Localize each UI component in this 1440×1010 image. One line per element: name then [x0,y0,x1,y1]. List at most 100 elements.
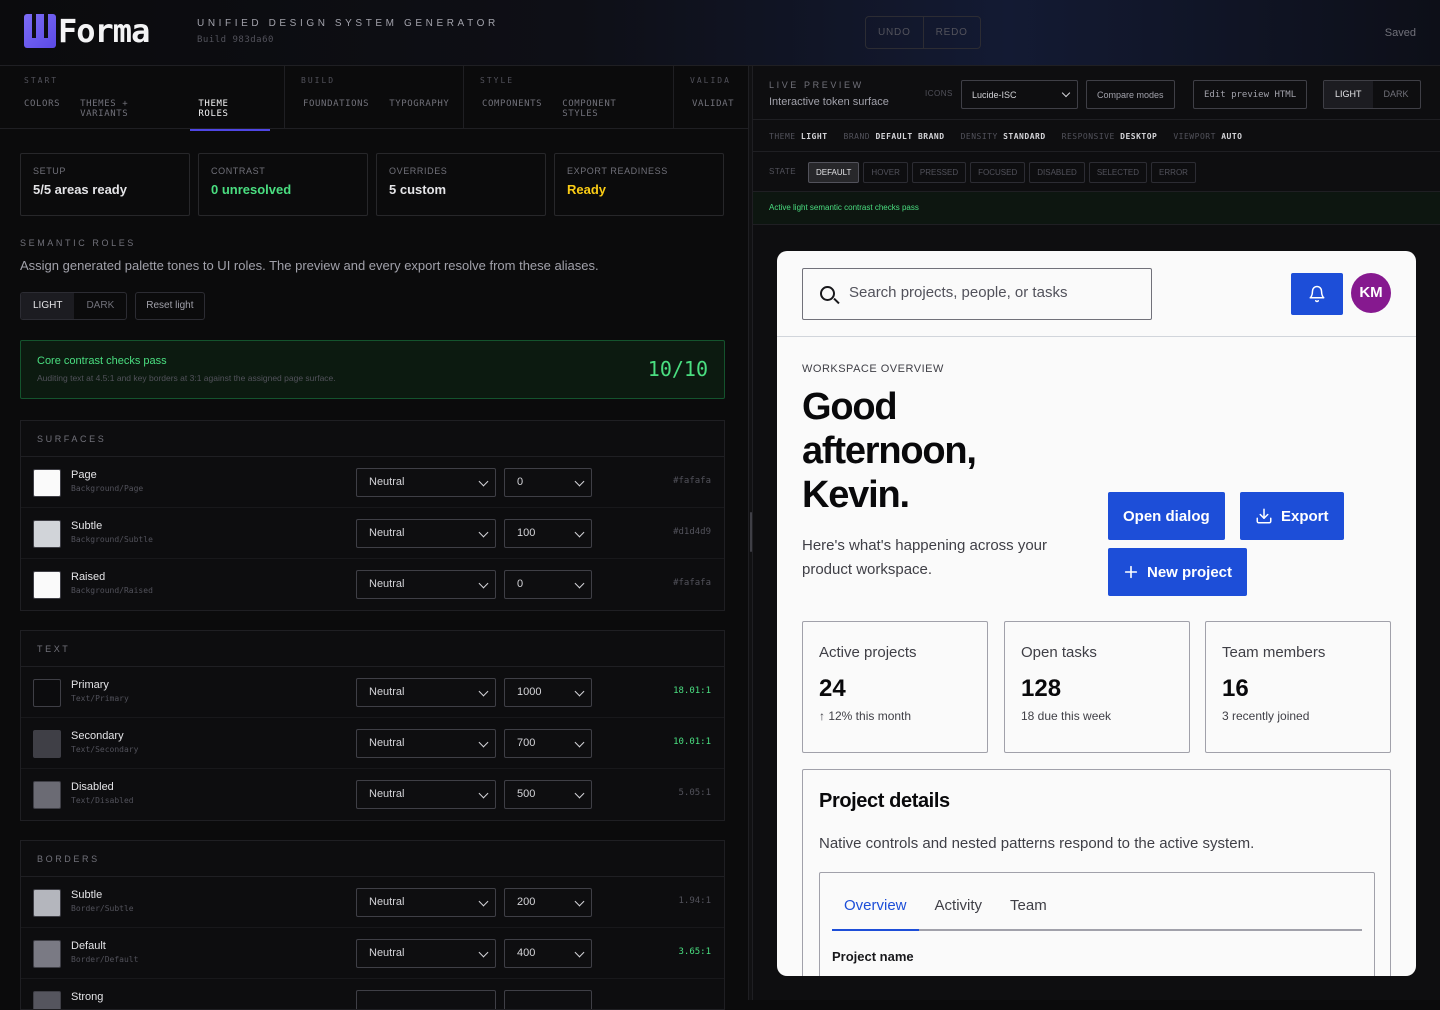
state-error-button[interactable]: ERROR [1151,162,1196,183]
overrides-card: OVERRIDES 5 custom [376,153,546,216]
color-swatch[interactable] [33,991,61,1009]
palette-select[interactable]: Neutral [356,939,496,968]
tab-team[interactable]: Team [998,873,1059,929]
role-row: Primary Text/Primary Neutral 1000 18.01:… [21,667,724,718]
icons-label: ICONS [925,89,953,98]
undo-redo-group: UNDO REDO [865,16,981,49]
tone-select[interactable]: 500 [504,780,592,809]
nav-item-themes-variants[interactable]: THEMES + VARIANTS [72,95,186,131]
search-input[interactable]: Search projects, people, or tasks [802,268,1152,320]
status-cards: SETUP 5/5 areas ready CONTRAST 0 unresol… [20,153,724,216]
tone-select[interactable]: 100 [504,519,592,548]
tone-select[interactable]: 400 [504,939,592,968]
tone-select[interactable]: 0 [504,468,592,497]
tab-activity[interactable]: Activity [923,873,995,929]
mode-light-button[interactable]: LIGHT [21,293,75,319]
nav-item-typography[interactable]: TYPOGRAPHY [381,95,457,119]
palette-select[interactable]: Neutral [356,780,496,809]
preview-light-button[interactable]: LIGHT [1324,81,1373,108]
color-swatch[interactable] [33,781,61,809]
button-label: Open dialog [1123,507,1210,525]
edit-preview-html-button[interactable]: Edit preview HTML [1193,80,1308,109]
state-default-button[interactable]: DEFAULT [808,162,860,183]
details-description: Native controls and nested patterns resp… [819,835,1255,852]
color-swatch[interactable] [33,889,61,917]
app-logo[interactable]: Forma [24,14,150,48]
state-focused-button[interactable]: FOCUSED [970,162,1026,183]
resize-grip-icon[interactable] [750,512,752,552]
meta-value: STANDARD [1003,132,1046,141]
tone-select[interactable]: 0 [504,570,592,599]
chevron-down-icon [478,788,489,799]
role-row: Secondary Text/Secondary Neutral 700 10.… [21,718,724,769]
kpi-card: Active projects 24 ↑ 12% this month [802,621,988,753]
color-swatch[interactable] [33,520,61,548]
state-pressed-button[interactable]: PRESSED [911,162,967,183]
role-alias: Border/Default [71,955,139,964]
stat-value: 5 custom [389,182,447,197]
color-swatch[interactable] [33,940,61,968]
palette-select[interactable] [356,990,496,1009]
state-hover-button[interactable]: HOVER [863,162,908,183]
preview-dark-button[interactable]: DARK [1373,81,1420,108]
reset-light-button[interactable]: Reset light [135,292,205,320]
undo-button[interactable]: UNDO [866,17,924,48]
nav-group-start: START COLORS THEMES + VARIANTS THEME ROL… [0,66,285,131]
chevron-down-icon [574,788,585,799]
notifications-button[interactable] [1291,273,1343,315]
color-swatch[interactable] [33,730,61,758]
redo-button[interactable]: REDO [924,17,980,48]
project-details-card: Project details Native controls and nest… [802,769,1391,976]
app-subtitle: UNIFIED DESIGN SYSTEM GENERATOR [197,18,499,29]
palette-select[interactable]: Neutral [356,729,496,758]
tone-select[interactable]: 700 [504,729,592,758]
meta-key: VIEWPORT [1173,132,1216,141]
nav-group-style: STYLE COMPONENTS COMPONENT STYLES [464,66,674,129]
color-swatch[interactable] [33,469,61,497]
color-swatch[interactable] [33,571,61,599]
state-selected-button[interactable]: SELECTED [1088,162,1148,183]
nav-item-theme-roles[interactable]: THEME ROLES [190,95,270,131]
chevron-down-icon [574,737,585,748]
palette-select[interactable]: Neutral [356,468,496,497]
tab-overview[interactable]: Overview [832,873,919,931]
palette-select[interactable]: Neutral [356,678,496,707]
nav-item-validate[interactable]: VALIDAT [684,95,742,119]
mode-dark-button[interactable]: DARK [74,293,126,319]
nav-item-component-styles[interactable]: COMPONENT STYLES [554,95,659,129]
select-value: 200 [517,896,536,908]
meta-key: RESPONSIVE [1061,132,1115,141]
palette-select[interactable]: Neutral [356,888,496,917]
tone-select[interactable] [504,990,592,1009]
stat-label: SETUP [33,166,67,176]
preview-surface: Search projects, people, or tasks KM WOR… [777,251,1416,976]
kpi-detail: 18 due this week [1021,709,1112,723]
palette-select[interactable]: Neutral [356,570,496,599]
nav-item-components[interactable]: COMPONENTS [474,95,550,129]
export-button[interactable]: Export [1240,492,1344,540]
nav-item-foundations[interactable]: FOUNDATIONS [295,95,377,119]
avatar[interactable]: KM [1351,273,1391,313]
chevron-down-icon [478,737,489,748]
new-project-button[interactable]: New project [1108,548,1248,596]
select-value: Lucide-ISC [972,90,1017,100]
state-disabled-button[interactable]: DISABLED [1029,162,1085,183]
meta-value: DEFAULT BRAND [875,132,945,141]
meta-value: AUTO [1221,132,1243,141]
contrast-ratio: 18.01:1 [673,686,711,696]
open-dialog-button[interactable]: Open dialog [1108,492,1225,540]
nav-item-colors[interactable]: COLORS [16,95,68,131]
preview-topbar: Search projects, people, or tasks KM [777,251,1416,337]
tone-select[interactable]: 200 [504,888,592,917]
chevron-down-icon [478,896,489,907]
compare-modes-button[interactable]: Compare modes [1086,80,1175,109]
role-name: Raised [71,571,106,583]
color-swatch[interactable] [33,679,61,707]
role-alias: Text/Primary [71,694,129,703]
tone-select[interactable]: 1000 [504,678,592,707]
section-heading: SEMANTIC ROLES [20,238,136,248]
meta-responsive: RESPONSIVE DESKTOP [1061,132,1158,141]
group-heading: TEXT [21,631,724,667]
icon-set-select[interactable]: Lucide-ISC [961,80,1078,109]
palette-select[interactable]: Neutral [356,519,496,548]
